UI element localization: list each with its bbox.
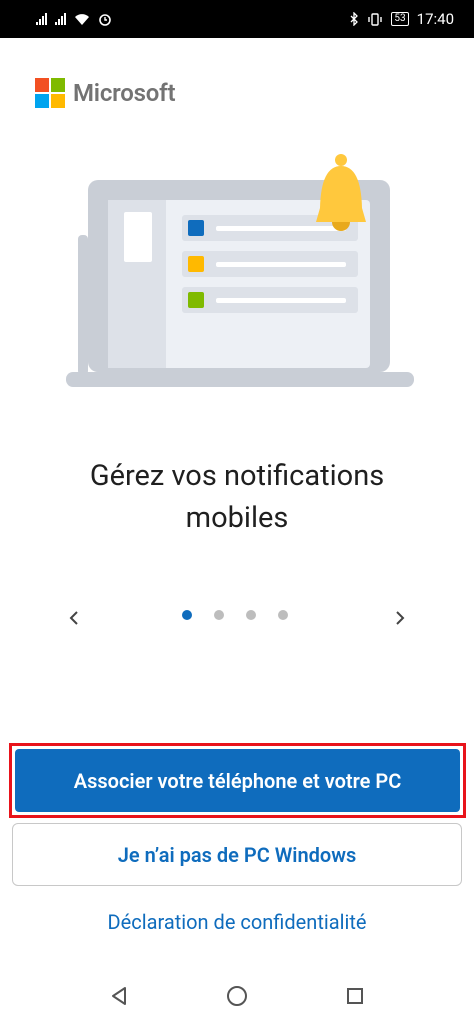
system-navigation-bar [0, 968, 474, 1024]
link-phone-and-pc-button[interactable]: Associer votre téléphone et votre PC [15, 749, 460, 812]
home-circle-icon[interactable] [219, 978, 255, 1014]
logo-square-green [51, 78, 65, 92]
notification-row-2-yellow-square [188, 256, 204, 272]
chevron-right-icon[interactable] [386, 604, 414, 632]
status-time: 17:40 [416, 10, 454, 28]
notification-row-3-line [216, 298, 346, 303]
bell-icon [316, 154, 366, 231]
recents-square-icon[interactable] [337, 978, 373, 1014]
page-dot-3[interactable] [246, 610, 256, 620]
headline-line-1: Gérez vos notifications [89, 459, 385, 493]
microsoft-logo-icon [35, 78, 65, 108]
bluetooth-icon [350, 12, 359, 26]
chevron-left-icon[interactable] [60, 604, 88, 632]
notification-row-1-blue-square [188, 220, 204, 236]
status-bar: 53 17:40 [0, 0, 474, 38]
notification-row-1-line [216, 226, 346, 231]
signal-icon-2 [55, 13, 66, 25]
microsoft-logo: Microsoft [35, 78, 176, 108]
logo-square-blue [35, 94, 49, 108]
headline-line-2: mobiles [185, 501, 289, 535]
primary-button-highlight: Associer votre téléphone et votre PC [9, 743, 466, 818]
page-dot-4[interactable] [278, 610, 288, 620]
onboarding-headline: Gérez vos notifications mobiles [40, 455, 434, 539]
page-dot-2[interactable] [214, 610, 224, 620]
logo-square-yellow [51, 94, 65, 108]
wifi-icon [75, 13, 89, 25]
signal-icon [36, 13, 47, 25]
laptop-notification-illustration [66, 154, 414, 387]
no-windows-pc-button[interactable]: Je n’ai pas de PC Windows [12, 823, 462, 886]
laptop-hinge [78, 235, 88, 375]
status-right: 53 17:40 [350, 10, 454, 28]
battery-level: 53 [391, 12, 409, 26]
carousel-pager [60, 596, 414, 636]
privacy-statement-link[interactable]: Déclaration de confidentialité [0, 910, 474, 934]
status-left [36, 12, 112, 26]
notification-row-3-green-square [188, 292, 204, 308]
vibrate-icon [368, 12, 383, 26]
notification-row-2-line [216, 262, 346, 267]
alarm-icon [99, 14, 111, 26]
back-triangle-icon[interactable] [101, 978, 137, 1014]
logo-square-red [35, 78, 49, 92]
screen-sidebar-card [124, 212, 152, 262]
laptop-base [66, 372, 414, 387]
page-dot-1[interactable] [182, 610, 192, 620]
microsoft-logo-text: Microsoft [73, 79, 176, 107]
page-indicator [182, 610, 288, 620]
